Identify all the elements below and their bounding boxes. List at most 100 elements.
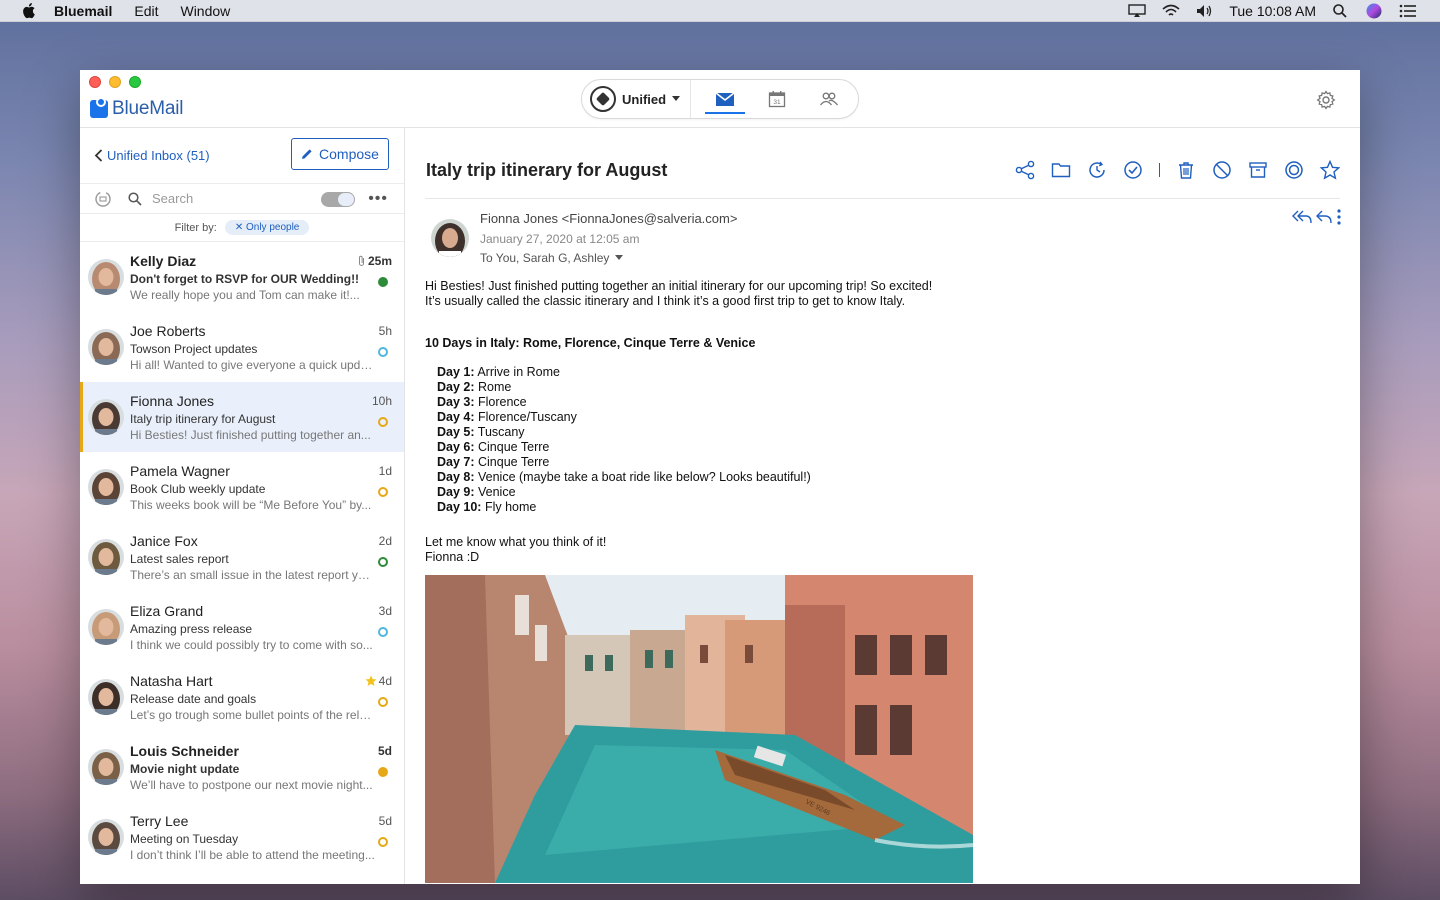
- reply-actions: [1292, 209, 1342, 225]
- brand-logo: BlueMail: [90, 97, 183, 120]
- compose-label: Compose: [319, 146, 379, 162]
- account-color-dot: [378, 837, 388, 847]
- search-input[interactable]: Search: [152, 191, 193, 206]
- volume-icon[interactable]: [1195, 3, 1215, 19]
- mail-preview: Hi Besties! Just finished putting togeth…: [130, 428, 371, 442]
- window-controls: [89, 76, 141, 88]
- people-filter-toggle[interactable]: [321, 192, 355, 207]
- message-date: January 27, 2020 at 12:05 am: [480, 232, 640, 246]
- mail-list-item[interactable]: Janice Fox Latest sales report There’s a…: [80, 522, 404, 592]
- mail-list-item[interactable]: Fionna Jones Italy trip itinerary for Au…: [80, 382, 404, 452]
- avatar: [88, 539, 124, 575]
- sender-avatar[interactable]: [431, 219, 469, 257]
- mail-subject: Release date and goals: [130, 692, 257, 706]
- day-label: Day 5:: [437, 425, 475, 439]
- account-color-dot: [378, 277, 388, 287]
- account-color-dot: [378, 487, 388, 497]
- mail-time-label: 10h: [371, 394, 392, 408]
- bluemail-window: BlueMail Unified 31 Unified Inbox (51) C…: [80, 70, 1360, 884]
- day-label: Day 8:: [437, 470, 475, 484]
- tab-mail[interactable]: [699, 80, 751, 118]
- compose-button[interactable]: Compose: [291, 138, 389, 170]
- mail-time-label: 1d: [378, 464, 392, 478]
- mail-sender: Pamela Wagner: [130, 463, 230, 479]
- mail-list-item[interactable]: Louis Schneider Movie night update We’ll…: [80, 732, 404, 802]
- trash-icon[interactable]: [1176, 160, 1196, 180]
- apple-icon[interactable]: [20, 2, 36, 19]
- mail-time: 5d: [378, 744, 392, 758]
- wifi-icon[interactable]: [1161, 3, 1181, 19]
- mail-list-item[interactable]: Pamela Wagner Book Club weekly update Th…: [80, 452, 404, 522]
- zoom-window-button[interactable]: [129, 76, 141, 88]
- mail-sender: Louis Schneider: [130, 743, 239, 759]
- menu-bar: Bluemail Edit Window Tue 10:08 AM: [0, 0, 1440, 22]
- filter-chip[interactable]: ✕ Only people: [224, 220, 310, 235]
- spam-icon[interactable]: [1212, 160, 1232, 180]
- avatar: [88, 329, 124, 365]
- mail-list-item[interactable]: Natasha Hart Release date and goals Let’…: [80, 662, 404, 732]
- menu-app-name[interactable]: Bluemail: [54, 3, 112, 19]
- day-label: Day 6:: [437, 440, 475, 454]
- day-text: Florence: [474, 395, 527, 409]
- itinerary-heading: 10 Days in Italy: Rome, Florence, Cinque…: [425, 336, 756, 350]
- search-bar: Search •••: [80, 184, 404, 214]
- pencil-icon: [302, 149, 312, 159]
- tab-calendar[interactable]: 31: [751, 80, 803, 118]
- account-color-dot: [378, 697, 388, 707]
- notification-center-icon[interactable]: [1398, 3, 1418, 19]
- archive-icon[interactable]: [1248, 160, 1268, 180]
- people-icon: [820, 92, 839, 106]
- share-icon[interactable]: [1015, 160, 1035, 180]
- itinerary-day: Day 7: Cinque Terre: [437, 455, 1340, 470]
- close-window-button[interactable]: [89, 76, 101, 88]
- mail-preview: This weeks book will be “Me Before You” …: [130, 498, 372, 512]
- account-selector[interactable]: Unified: [582, 80, 692, 118]
- menu-window[interactable]: Window: [180, 3, 230, 19]
- mail-list-item[interactable]: Joe Roberts Towson Project updates Hi al…: [80, 312, 404, 382]
- view-switcher: Unified 31: [581, 79, 859, 119]
- mark-icon[interactable]: [1284, 160, 1304, 180]
- itinerary-list: Day 1: Arrive in Rome Day 2: Rome Day 3: F…: [437, 365, 1340, 515]
- done-icon[interactable]: [1123, 160, 1143, 180]
- day-label: Day 1:: [437, 365, 475, 379]
- star-icon[interactable]: [1320, 160, 1340, 180]
- mail-list-item[interactable]: Eliza Grand Amazing press release I thin…: [80, 592, 404, 662]
- day-label: Day 3:: [437, 395, 475, 409]
- menu-edit[interactable]: Edit: [134, 3, 158, 19]
- minimize-window-button[interactable]: [109, 76, 121, 88]
- mail-preview: We’ll have to postpone our next movie ni…: [130, 778, 373, 792]
- reply-icon[interactable]: [1316, 210, 1332, 224]
- sync-icon[interactable]: [94, 190, 112, 208]
- venice-canal-photo[interactable]: VE 9246: [425, 575, 973, 883]
- recipients[interactable]: To You, Sarah G, Ashley: [480, 251, 624, 265]
- mail-time-label: 25m: [367, 254, 392, 268]
- mail-list-item[interactable]: Kelly Diaz Don't forget to RSVP for OUR …: [80, 242, 404, 312]
- sender-name-email[interactable]: Fionna Jones <FionnaJones@salveria.com>: [480, 211, 737, 226]
- itinerary-day: Day 1: Arrive in Rome: [437, 365, 1340, 380]
- itinerary-day: Day 2: Rome: [437, 380, 1340, 395]
- itinerary-day: Day 4: Florence/Tuscany: [437, 410, 1340, 425]
- spotlight-search-icon[interactable]: [1330, 3, 1350, 19]
- starred-icon[interactable]: [365, 675, 377, 687]
- reply-all-icon[interactable]: [1292, 210, 1312, 224]
- tab-people[interactable]: [803, 80, 855, 118]
- avatar: [88, 609, 124, 645]
- folder-icon[interactable]: [1051, 160, 1071, 180]
- day-text: Cinque Terre: [474, 455, 550, 469]
- mail-time: 2d: [379, 534, 392, 548]
- settings-gear-icon[interactable]: [1316, 90, 1336, 110]
- airplay-icon[interactable]: [1127, 3, 1147, 19]
- more-vertical-icon[interactable]: [1336, 209, 1342, 225]
- snooze-icon[interactable]: [1087, 160, 1107, 180]
- day-text: Venice: [474, 485, 516, 499]
- mail-list-item[interactable]: Terry Lee Meeting on Tuesday I don’t thi…: [80, 802, 404, 872]
- mail-preview: Let’s go trough some bullet points of th…: [130, 708, 375, 722]
- menu-clock[interactable]: Tue 10:08 AM: [1229, 3, 1316, 19]
- search-icon: [128, 191, 142, 206]
- back-to-inbox-button[interactable]: Unified Inbox (51): [94, 148, 210, 163]
- more-options-icon[interactable]: •••: [368, 190, 388, 208]
- account-selector-label: Unified: [622, 91, 667, 107]
- siri-icon[interactable]: [1364, 3, 1384, 19]
- day-text: Arrive in Rome: [474, 365, 560, 379]
- mail-time: 5d: [379, 814, 392, 828]
